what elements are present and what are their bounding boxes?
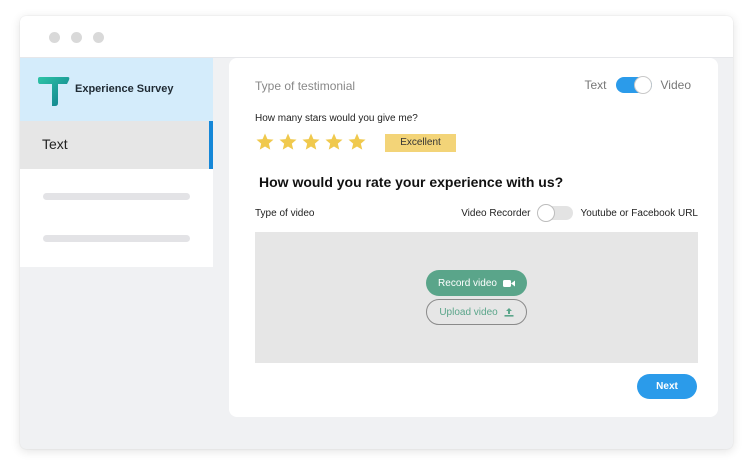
star-icon[interactable] [301,132,321,152]
window-dot-close[interactable] [49,32,60,43]
switch-knob [536,204,555,222]
experience-question: How would you rate your experience with … [259,174,564,190]
upload-video-button[interactable]: Upload video [426,299,527,325]
testimonial-type-toggle: Text Video [585,76,691,94]
sidebar-item-text[interactable]: Text [20,121,213,169]
video-recorder-area: Record video Upload video [255,232,698,363]
record-video-label: Record video [438,277,497,289]
rating-badge: Excellent [385,134,456,152]
record-video-button[interactable]: Record video [426,270,527,296]
brand-name: Experience Survey [75,83,174,95]
window-dot-maximize[interactable] [93,32,104,43]
testimonial-type-switch[interactable] [615,76,652,94]
brand-header: Experience Survey [20,58,213,121]
star-icon[interactable] [278,132,298,152]
sidebar-placeholder-line [43,235,190,242]
video-type-label: Type of video [255,208,315,219]
t-logo-icon [38,77,70,106]
star-icon[interactable] [347,132,367,152]
star-rating[interactable] [255,132,367,152]
upload-icon [504,308,514,317]
toggle-option-recorder[interactable]: Video Recorder [461,208,530,219]
toggle-option-text[interactable]: Text [585,78,607,92]
star-icon[interactable] [255,132,275,152]
window-titlebar [20,16,733,58]
toggle-option-url[interactable]: Youtube or Facebook URL [581,208,699,219]
browser-window: Experience Survey Text Type of testimoni… [20,16,733,449]
sidebar-placeholder-line [43,193,190,200]
video-source-toggle: Video Recorder Youtube or Facebook URL [461,204,699,222]
toggle-option-video[interactable]: Video [661,78,691,92]
switch-knob [633,76,652,94]
next-button[interactable]: Next [637,374,697,399]
star-icon[interactable] [324,132,344,152]
video-source-switch[interactable] [536,204,573,222]
video-camera-icon [502,279,515,287]
stars-question: How many stars would you give me? [255,113,418,124]
upload-video-label: Upload video [439,306,498,318]
window-dot-minimize[interactable] [71,32,82,43]
testimonial-type-label: Type of testimonial [255,79,356,93]
survey-card: Type of testimonial Text Video How many … [229,58,718,417]
sidebar-item-label: Text [42,136,68,152]
sidebar: Experience Survey Text [20,58,213,267]
